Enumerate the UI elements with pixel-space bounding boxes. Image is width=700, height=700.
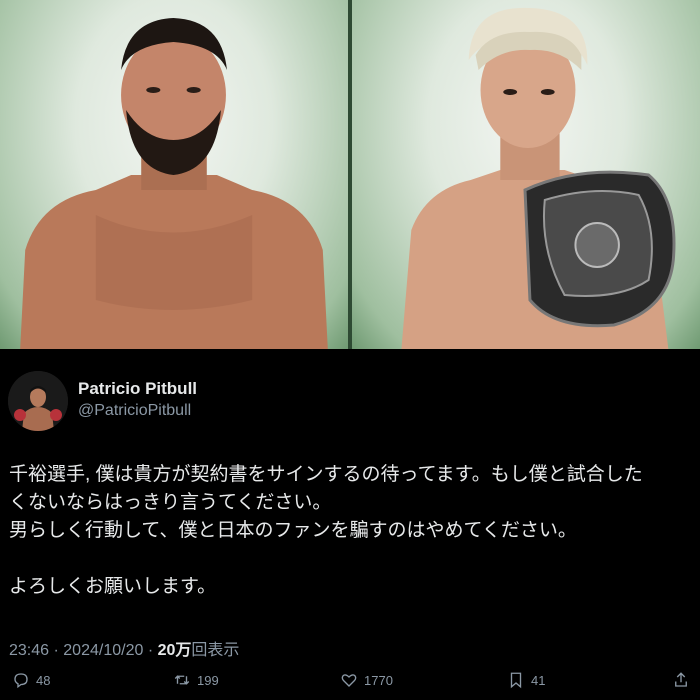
reply-button[interactable]: 48 — [12, 671, 50, 689]
tweet-date[interactable]: 2024/10/20 — [63, 642, 143, 659]
tweet-text-line: よろしくお願いします。 — [9, 576, 217, 597]
share-icon — [675, 672, 687, 687]
avatar-image — [8, 371, 68, 431]
fighter-portrait-image — [20, 18, 328, 349]
views-count: 20万 — [157, 642, 192, 659]
bookmark-icon — [510, 672, 522, 689]
reply-icon — [14, 673, 28, 689]
bookmark-button[interactable]: 41 — [507, 671, 545, 689]
heart-icon — [341, 674, 357, 687]
views-label: 回表示 — [191, 642, 240, 659]
display-name[interactable]: Patricio Pitbull — [78, 379, 197, 399]
retweet-icon — [174, 675, 190, 685]
media-left-fighter[interactable] — [0, 0, 348, 349]
tweet-text-line: 千裕選手, 僕は貴方が契約書をサインするの待ってます。もし僕と試合した — [9, 464, 643, 485]
tweet: Patricio Pitbull @PatricioPitbull 千裕選手, … — [0, 349, 700, 700]
tweet-meta: 23:46 · 2024/10/20 · 20万回表示 — [9, 636, 239, 660]
media-right-fighter[interactable] — [352, 0, 700, 349]
tweet-time[interactable]: 23:46 — [9, 642, 49, 659]
tweet-text-blank-line — [9, 545, 694, 573]
tweet-text-line: くないならはっきり言うてください。 — [9, 492, 332, 513]
tweet-media[interactable] — [0, 0, 700, 349]
action-bar: 48 199 1770 41 — [0, 671, 700, 697]
reply-count: 48 — [36, 672, 51, 688]
retweet-button[interactable]: 199 — [173, 671, 219, 689]
meta-separator: · — [53, 642, 59, 659]
like-button[interactable]: 1770 — [340, 671, 393, 689]
share-button[interactable] — [672, 671, 690, 689]
avatar[interactable] — [8, 371, 68, 431]
retweet-count: 199 — [197, 672, 219, 688]
bookmark-count: 41 — [531, 672, 546, 688]
user-handle[interactable]: @PatricioPitbull — [78, 402, 191, 420]
like-count: 1770 — [364, 672, 393, 688]
fighter-with-belt-image — [401, 7, 676, 349]
tweet-text: 千裕選手, 僕は貴方が契約書をサインするの待ってます。もし僕と試合した くないな… — [9, 461, 694, 601]
meta-separator: · — [147, 642, 154, 659]
tweet-text-line: 男らしく行動して、僕と日本のファンを騙すのはやめてください。 — [9, 520, 577, 541]
